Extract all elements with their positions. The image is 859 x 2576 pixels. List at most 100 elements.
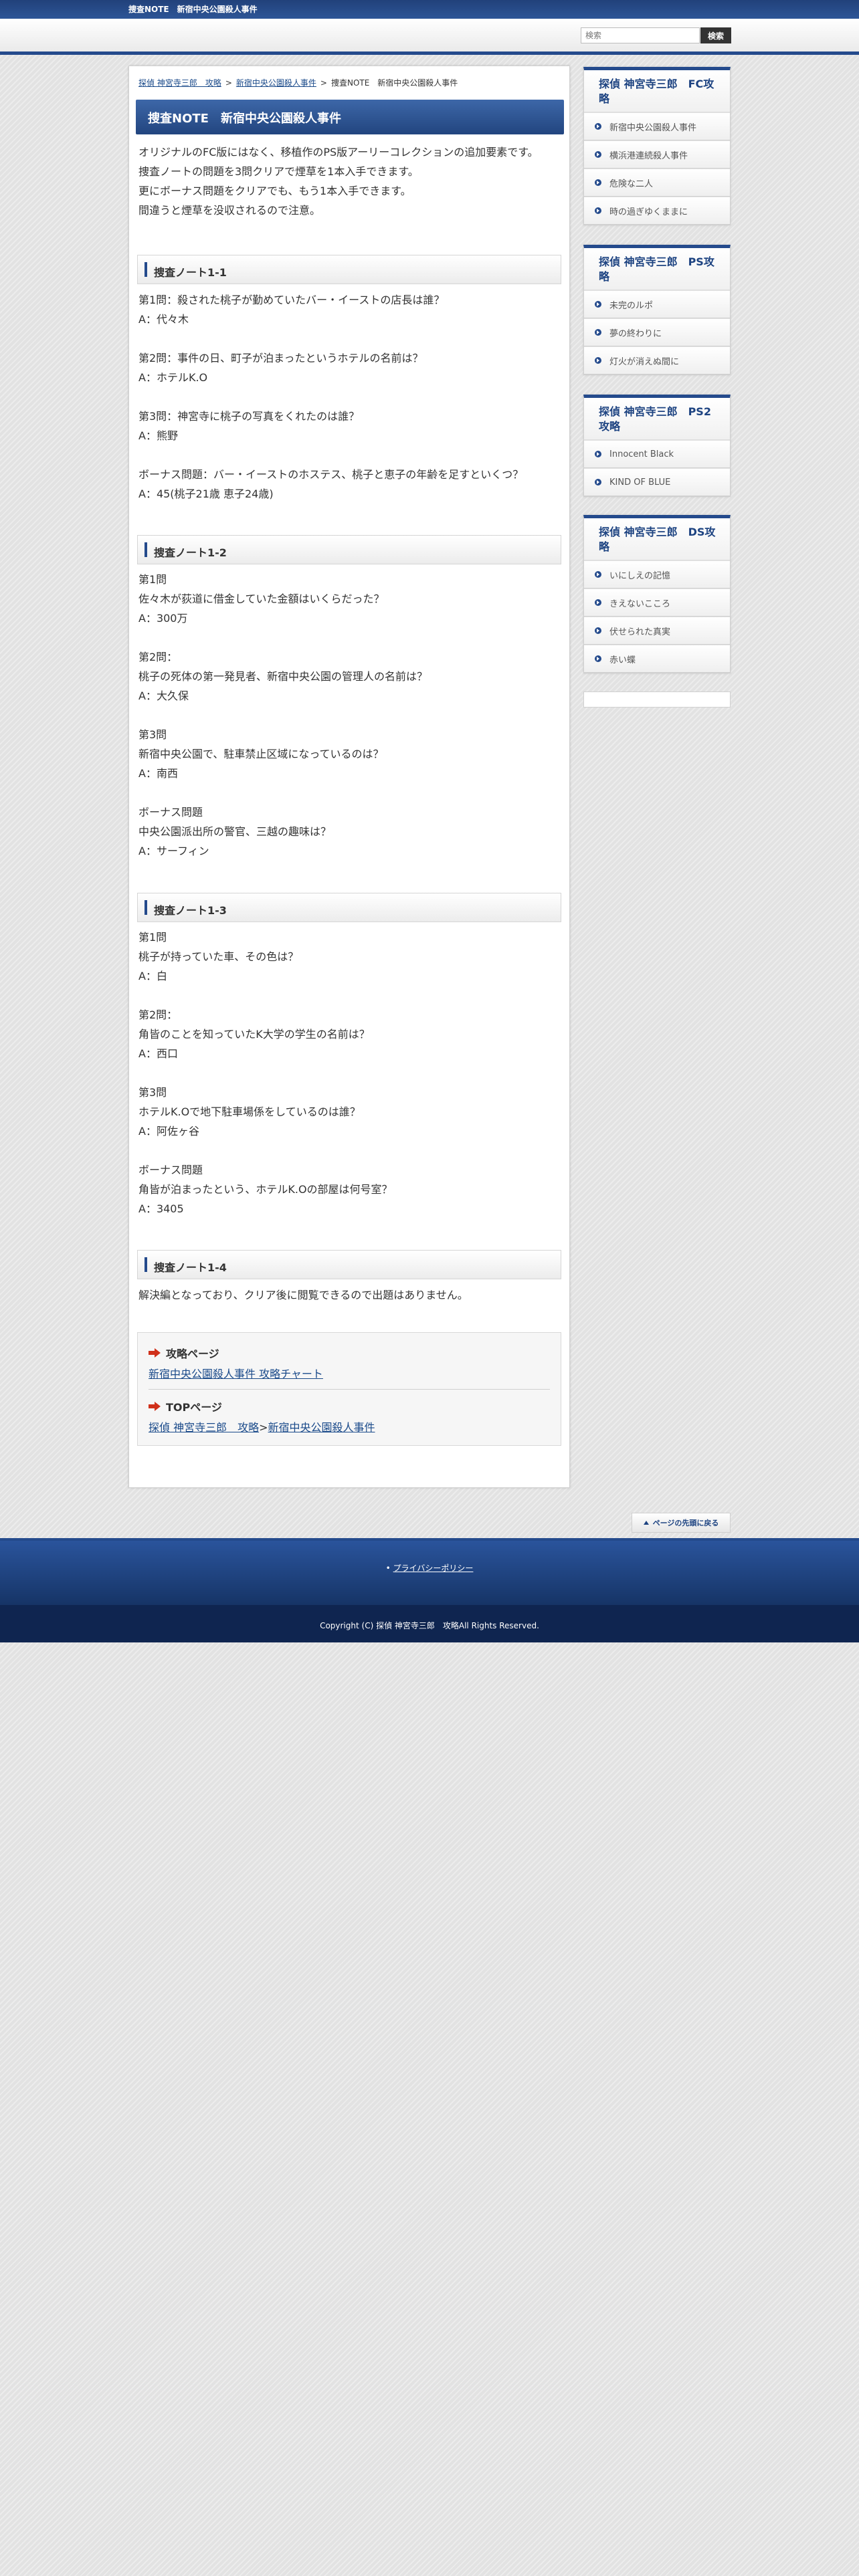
back-to-top-label: ページの先頭に戻る xyxy=(652,1519,719,1527)
sidebar-item-label: 伏せられた真実 xyxy=(609,627,671,637)
site-title: 捜査NOTE 新宿中央公園殺人事件 xyxy=(128,5,258,14)
top-link-home[interactable]: 探偵 神宮寺三郎 攻略 xyxy=(149,1421,259,1434)
top-heading: TOPページ xyxy=(149,1398,375,1414)
sidebar-item[interactable]: きえないこころ xyxy=(584,588,730,617)
qa-list: 解決編となっており、クリア後に閲覧できるので出題はありません。 xyxy=(138,1285,560,1305)
search-button[interactable]: 検索 xyxy=(700,27,731,43)
sidebar-item-label: 横浜港連続殺人事件 xyxy=(609,150,688,161)
guide-heading-text: 攻略ページ xyxy=(166,1348,219,1360)
heading-bar-icon xyxy=(145,900,147,915)
sidebar-item[interactable]: KIND OF BLUE xyxy=(584,468,730,496)
bullet-arrow-icon xyxy=(595,179,601,186)
section-heading: 捜査ノート1-4 xyxy=(137,1250,561,1279)
qa-item: 第1問：殺された桃子が勤めていたバー・イーストの店長は誰？ A：代々木 xyxy=(138,290,560,329)
back-to-top-button[interactable]: ページの先頭に戻る xyxy=(632,1513,731,1533)
bullet-arrow-icon xyxy=(595,123,601,130)
qa-item: 第1問 桃子が持っていた車、その色は？ A：白 xyxy=(138,928,560,986)
breadcrumb-separator: > xyxy=(225,78,232,88)
section-heading-text: 捜査ノート1-2 xyxy=(154,546,227,559)
sidebar-item[interactable]: いにしえの記憶 xyxy=(584,560,730,588)
intro-line: 間違うと煙草を没収されるので注意。 xyxy=(138,204,321,217)
answer: A：阿佐ヶ谷 xyxy=(138,1125,199,1138)
answer: A：3405 xyxy=(138,1202,184,1215)
sidebar-item-label: 未完のルポ xyxy=(609,300,654,311)
bullet-arrow-icon xyxy=(595,655,601,662)
breadcrumb-home[interactable]: 探偵 神宮寺三郎 攻略 xyxy=(138,78,221,88)
main-content: 探偵 神宮寺三郎 攻略 > 新宿中央公園殺人事件 > 捜査NOTE 新宿中央公園殺人事件… xyxy=(128,66,570,1488)
sidebar-item-label: Innocent Black xyxy=(609,449,674,459)
question: ボーナス問題：バー・イーストのホステス、桃子と恵子の年齢を足すといくつ？ xyxy=(138,468,524,481)
sidebar-item[interactable]: 時の過ぎゆくままに xyxy=(584,197,730,225)
sidebar-item-label: 灯火が消えぬ間に xyxy=(609,356,680,367)
question-label: 第3問 xyxy=(138,728,167,741)
sidebar-item[interactable]: 伏せられた真実 xyxy=(584,617,730,645)
bullet-arrow-icon xyxy=(595,329,601,336)
question: 角皆が泊まったという、ホテルK.Oの部屋は何号室？ xyxy=(138,1183,393,1196)
qa-item: ボーナス問題：バー・イーストのホステス、桃子と恵子の年齢を足すといくつ？ A：4… xyxy=(138,465,560,504)
search-input[interactable] xyxy=(581,27,700,43)
sidebar-item[interactable]: Innocent Black xyxy=(584,440,730,468)
sidebar-box-ps: 探偵 神宮寺三郎 PS攻略 未完のルポ 夢の終わりに 灯火が消えぬ間に xyxy=(583,245,731,375)
guide-link-line: 新宿中央公園殺人事件 攻略チャート xyxy=(149,1365,323,1381)
qa-item: 第2問：事件の日、町子が泊まったというホテルの名前は？ A：ホテルK.O xyxy=(138,348,560,387)
breadcrumb-current: 捜査NOTE 新宿中央公園殺人事件 xyxy=(330,78,458,88)
question: 佐々木が荻道に借金していた金額はいくらだった？ xyxy=(138,593,385,605)
sidebar-box-fc: 探偵 神宮寺三郎 FC攻略 新宿中央公園殺人事件 横浜港連続殺人事件 危険な二人… xyxy=(583,67,731,225)
bullet-arrow-icon xyxy=(595,599,601,606)
breadcrumb: 探偵 神宮寺三郎 攻略 > 新宿中央公園殺人事件 > 捜査NOTE 新宿中央公園殺人事件 xyxy=(138,77,458,88)
divider xyxy=(149,1389,550,1390)
sidebar-item[interactable]: 横浜港連続殺人事件 xyxy=(584,140,730,169)
section-heading: 捜査ノート1-3 xyxy=(137,893,561,922)
answer: A：300万 xyxy=(138,612,188,625)
answer: A：南西 xyxy=(138,767,178,780)
answer: A：西口 xyxy=(138,1047,178,1060)
intro-line: 捜査ノートの問題を3問クリアで煙草を1本入手できます。 xyxy=(138,165,419,178)
sidebar-item[interactable]: 灯火が消えぬ間に xyxy=(584,346,730,374)
privacy-policy-link[interactable]: プライバシーポリシー xyxy=(393,1564,474,1573)
footer: • プライバシーポリシー xyxy=(0,1538,859,1605)
sidebar-item[interactable]: 夢の終わりに xyxy=(584,318,730,346)
top-bar: 捜査NOTE 新宿中央公園殺人事件 xyxy=(0,0,859,19)
qa-list: 第1問 佐々木が荻道に借金していた金額はいくらだった？ A：300万 第2問： … xyxy=(138,570,560,880)
sidebar-item[interactable]: 新宿中央公園殺人事件 xyxy=(584,112,730,140)
answer: A：大久保 xyxy=(138,689,189,702)
section-heading: 捜査ノート1-1 xyxy=(137,255,561,284)
question: 桃子が持っていた車、その色は？ xyxy=(138,950,299,963)
answer: A：45(桃子21歳 恵子24歳) xyxy=(138,488,274,500)
intro-line: 更にボーナス問題をクリアでも、もう1本入手できます。 xyxy=(138,185,411,197)
sidebar-box-ps2: 探偵 神宮寺三郎 PS2攻略 Innocent Black KIND OF BL… xyxy=(583,395,731,497)
qa-item: 第3問 ホテルK.Oで地下駐車場係をしているのは誰？ A：阿佐ヶ谷 xyxy=(138,1083,560,1141)
related-links-box: 攻略ページ 新宿中央公園殺人事件 攻略チャート TOPページ 探偵 神宮寺三郎 … xyxy=(137,1332,561,1446)
bullet-arrow-icon xyxy=(595,627,601,634)
question: ホテルK.Oで地下駐車場係をしているのは誰？ xyxy=(138,1105,361,1118)
bullet-arrow-icon xyxy=(595,207,601,214)
sidebar-item[interactable]: 未完のルポ xyxy=(584,290,730,318)
top-link-group: TOPページ 探偵 神宮寺三郎 攻略>新宿中央公園殺人事件 xyxy=(149,1398,375,1434)
bullet-arrow-icon xyxy=(595,571,601,578)
qa-item: 第3問 新宿中央公園で、駐車禁止区域になっているのは？ A：南西 xyxy=(138,725,560,783)
qa-item: 第2問： 角皆のことを知っていたK大学の学生の名前は？ A：西口 xyxy=(138,1005,560,1063)
top-link-case[interactable]: 新宿中央公園殺人事件 xyxy=(268,1421,375,1434)
sidebar-item-label: 夢の終わりに xyxy=(609,328,662,339)
page-title: 捜査NOTE 新宿中央公園殺人事件 xyxy=(136,100,564,134)
guide-link[interactable]: 新宿中央公園殺人事件 攻略チャート xyxy=(149,1368,323,1380)
question: 中央公園派出所の警官、三越の趣味は？ xyxy=(138,825,332,838)
question-label: 第1問 xyxy=(138,931,167,944)
qa-list: 第1問 桃子が持っていた車、その色は？ A：白 第2問： 角皆のことを知っていた… xyxy=(138,928,560,1238)
question-label: 第2問： xyxy=(138,651,178,663)
note-text: 解決編となっており、クリア後に閲覧できるので出題はありません。 xyxy=(138,1289,468,1301)
sidebar-item[interactable]: 危険な二人 xyxy=(584,169,730,197)
sidebar-item[interactable]: 赤い蝶 xyxy=(584,645,730,673)
question: 第3問：神宮寺に桃子の写真をくれたのは誰？ xyxy=(138,410,360,423)
answer: A：白 xyxy=(138,970,167,982)
sidebar-box-ds: 探偵 神宮寺三郎 DS攻略 いにしえの記憶 きえないこころ 伏せられた真実 赤い… xyxy=(583,515,731,673)
footer-links: • プライバシーポリシー xyxy=(0,1562,859,1574)
sidebar-empty-box xyxy=(583,691,731,708)
header: 検索 xyxy=(0,19,859,55)
sidebar-item-label: 危険な二人 xyxy=(609,179,654,189)
question-label: 第1問 xyxy=(138,573,167,586)
guide-link-group: 攻略ページ 新宿中央公園殺人事件 攻略チャート xyxy=(149,1345,323,1381)
question: 新宿中央公園で、駐車禁止区域になっているのは？ xyxy=(138,748,384,760)
answer: A：熊野 xyxy=(138,429,178,442)
breadcrumb-parent[interactable]: 新宿中央公園殺人事件 xyxy=(236,78,316,88)
